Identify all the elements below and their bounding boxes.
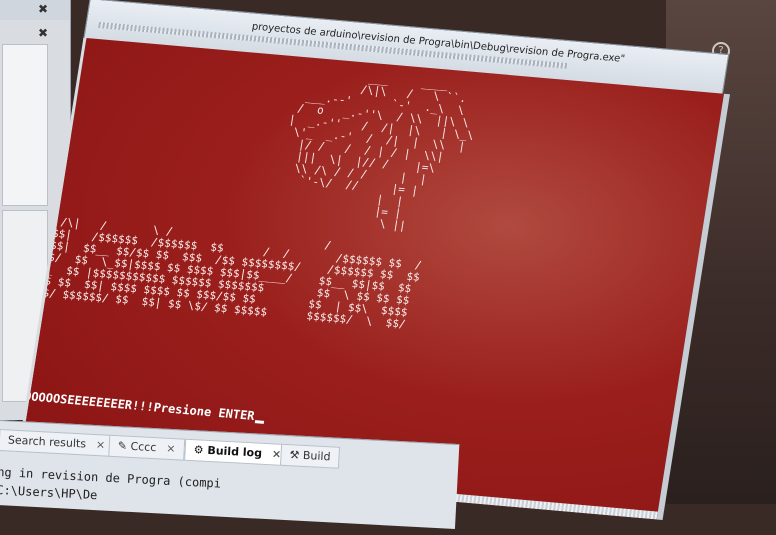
text-cursor (254, 420, 264, 424)
build-output-line: C:\Users\HP\De (0, 482, 98, 503)
tab-search-results[interactable]: Search results × (0, 428, 115, 457)
hammer-icon: ⚒ (289, 448, 300, 462)
tab-label: Build log (207, 443, 263, 460)
tab-label: Search results (7, 433, 87, 451)
tab-label: Cccc (130, 439, 157, 455)
tab-build[interactable]: ⚒ Build (279, 443, 341, 469)
ascii-game-over-art: /\| / \ / / $$| /$$$$$$ /$$$$$$ $$ / / /… (35, 214, 423, 331)
tab-cccc[interactable]: ✎ Cccc × (108, 434, 186, 461)
console-prompt: LOOOOOOSEEEEEEEER!!!Presione ENTER (16, 388, 265, 424)
close-icon[interactable]: × (166, 442, 176, 455)
prompt-text: LOOOOOOSEEEEEEEER!!!Presione ENTER (16, 387, 256, 423)
close-icon[interactable]: × (96, 438, 106, 451)
tab-label: Build (302, 448, 331, 464)
gear-icon: ⚙ (193, 443, 204, 457)
tab-build-log[interactable]: ⚙ Build log × (184, 438, 291, 467)
ascii-dragon-art: ___ ____ /\|\ / \ ``. ___.--' `-' ._\ \ … (259, 64, 475, 233)
pencil-icon: ✎ (117, 439, 128, 453)
